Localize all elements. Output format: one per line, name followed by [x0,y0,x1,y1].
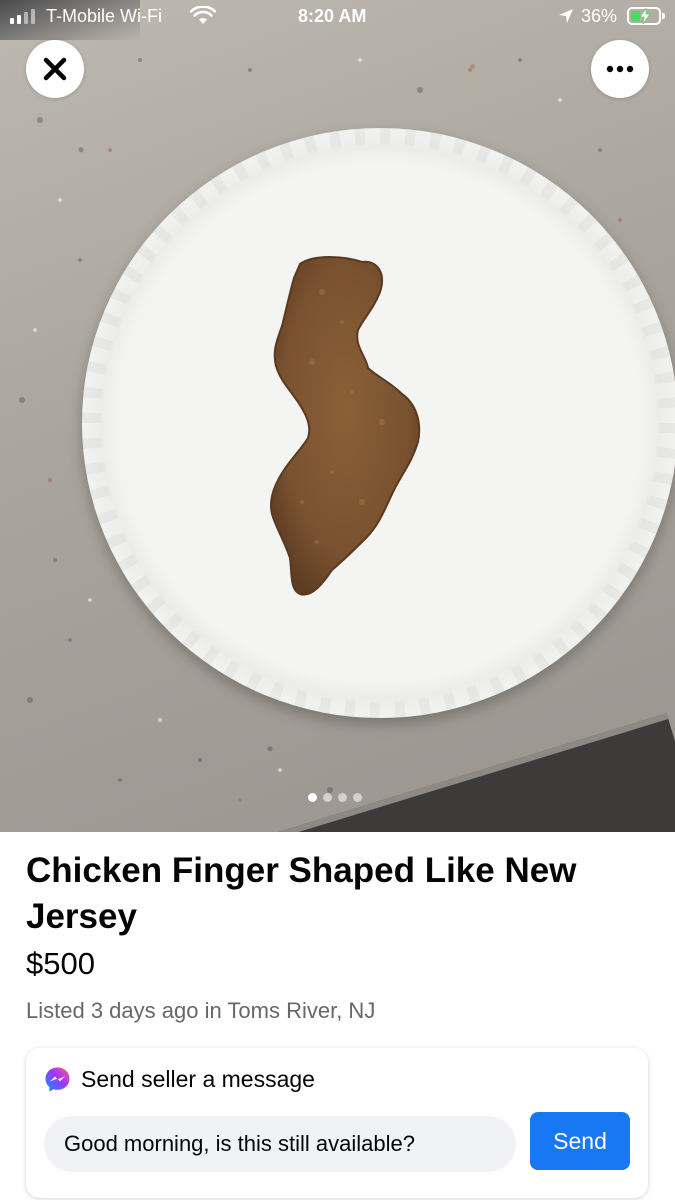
close-icon [43,57,67,81]
message-input[interactable]: Good morning, is this still available? [44,1116,516,1172]
send-button[interactable]: Send [530,1112,630,1170]
listing-meta: Listed 3 days ago in Toms River, NJ [26,998,376,1023]
status-bar: T-Mobile Wi-Fi 8:20 AM 36% [0,0,675,34]
more-options-button[interactable] [591,40,649,98]
photo-pagination[interactable] [308,793,362,802]
pagination-dot[interactable] [338,793,347,802]
listing-photo[interactable]: T-Mobile Wi-Fi 8:20 AM 36% [0,0,675,832]
message-seller-card: Send seller a message Good morning, is t… [26,1048,648,1198]
battery-percentage: 36% [581,6,618,26]
clock: 8:20 AM [298,6,367,26]
carrier-label: T-Mobile Wi-Fi [46,6,162,26]
listing-title: Chicken Finger Shaped Like New Jersey [26,851,577,936]
pagination-dot[interactable] [308,793,317,802]
battery-tip [662,13,665,19]
wifi-icon [190,6,216,24]
message-heading: Send seller a message [44,1066,315,1093]
chicken-finger-image [270,256,421,596]
battery-icon [627,7,661,25]
close-button[interactable] [26,40,84,98]
listing-price: $500 [26,946,95,981]
pagination-dot[interactable] [353,793,362,802]
message-heading-label: Send seller a message [81,1066,315,1092]
cellular-signal-icon [10,9,35,24]
messenger-icon [45,1067,70,1092]
more-options-icon [606,65,634,73]
charging-bolt-icon [639,8,651,24]
location-arrow-icon [559,9,573,23]
pagination-dot[interactable] [323,793,332,802]
